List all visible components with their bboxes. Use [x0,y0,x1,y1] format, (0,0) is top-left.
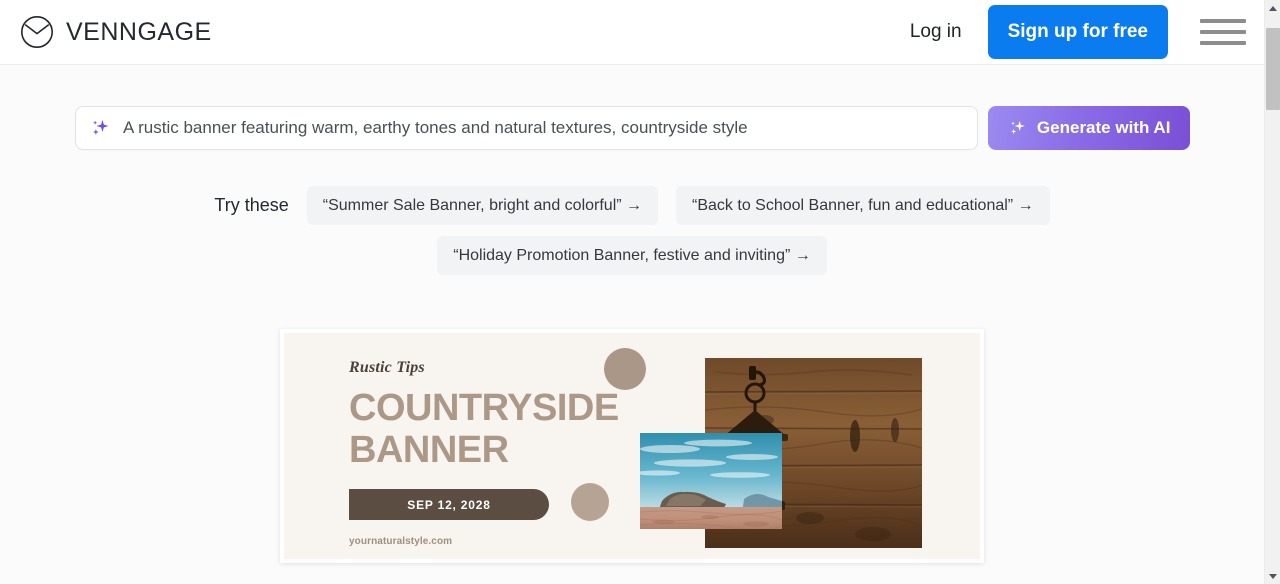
decorative-circle-top [604,348,646,390]
hamburger-menu-icon[interactable] [1200,15,1246,49]
prompt-bar: Generate with AI [75,106,1190,150]
banner-date-text: SEP 12, 2028 [407,497,491,512]
decorative-circle-bottom [571,483,609,521]
generate-button-label: Generate with AI [1036,118,1171,137]
login-link[interactable]: Log in [896,13,976,51]
scroll-down-arrow-icon[interactable] [1265,568,1280,584]
banner-eyebrow: Rustic Tips [349,359,425,376]
countryside-landscape-photo [640,433,782,529]
suggestion-chip-back-to-school[interactable]: “Back to School Banner, fun and educatio… [676,186,1050,225]
page-root: VENNGAGE Log in Sign up for free A rusti… [0,0,1280,584]
suggestions-row-primary: Try these “Summer Sale Banner, bright an… [0,186,1264,225]
brand-logo-link[interactable]: VENNGAGE [20,15,212,49]
banner-canvas: Rustic Tips COUNTRYSIDE BANNER SEP 12, 2… [284,333,980,559]
generate-with-ai-button[interactable]: Generate with AI [988,106,1190,150]
banner-preview-card[interactable]: Rustic Tips COUNTRYSIDE BANNER SEP 12, 2… [280,329,984,563]
suggestion-chip-summer-sale[interactable]: “Summer Sale Banner, bright and colorful… [306,186,659,225]
banner-website-url: yournaturalstyle.com [349,536,453,547]
countryside-landscape-image [640,433,782,529]
suggestion-chip-holiday-promotion[interactable]: “Holiday Promotion Banner, festive and i… [437,236,827,275]
banner-date-pill: SEP 12, 2028 [349,489,549,520]
header-actions: Log in Sign up for free [896,5,1264,59]
site-header: VENNGAGE Log in Sign up for free [0,0,1264,65]
suggestions-section: Try these “Summer Sale Banner, bright an… [0,186,1264,275]
suggestions-label: Try these [214,195,289,215]
prompt-input-wrapper[interactable] [75,106,979,150]
sparkle-icon [92,119,109,135]
page-scrollbar[interactable] [1264,0,1280,584]
prompt-input[interactable] [112,108,978,148]
scrollbar-thumb[interactable] [1266,28,1280,110]
sparkle-icon [1010,120,1025,135]
brand-name: VENNGAGE [66,17,212,46]
banner-headline: COUNTRYSIDE BANNER [349,387,619,471]
suggestions-row-secondary: “Holiday Promotion Banner, festive and i… [0,236,1264,275]
signup-button[interactable]: Sign up for free [987,5,1168,59]
venn-circle-logo-icon [21,16,53,48]
scroll-up-arrow-icon[interactable] [1265,0,1280,16]
